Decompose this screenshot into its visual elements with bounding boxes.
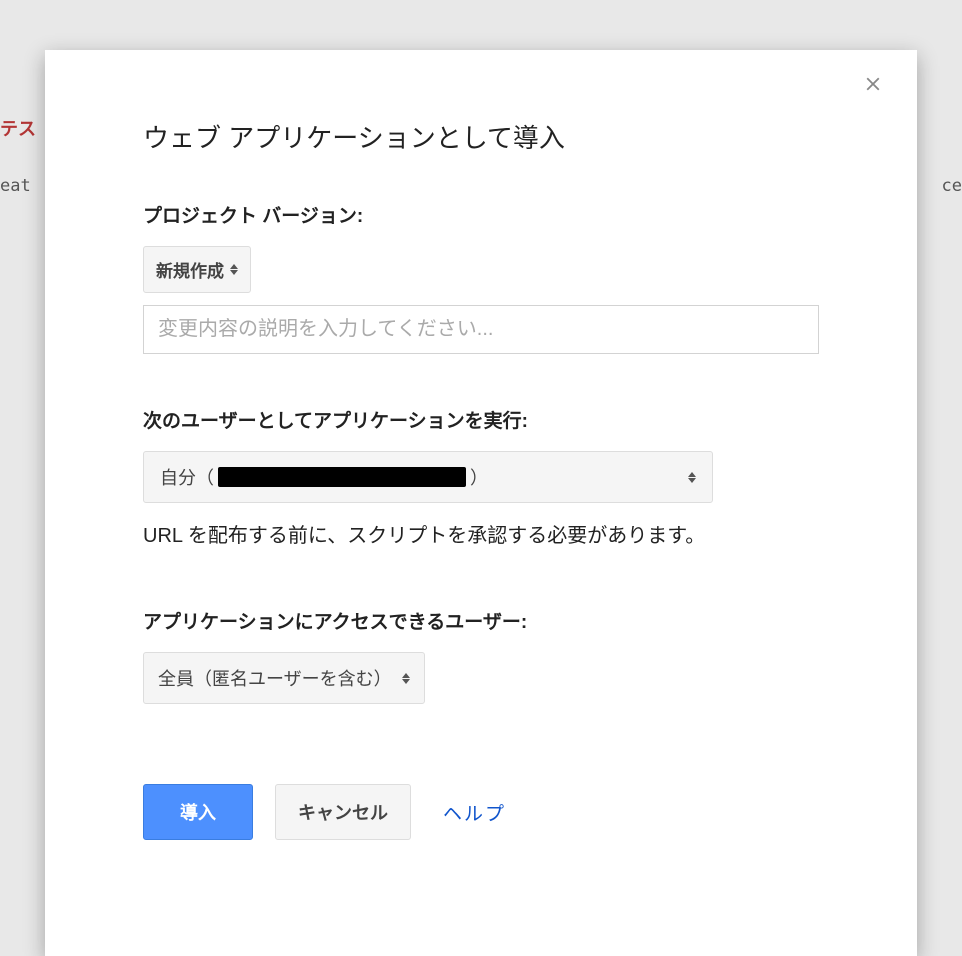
execute-as-dropdown[interactable]: 自分（ ） — [143, 451, 713, 503]
deploy-webapp-dialog: ウェブ アプリケーションとして導入 プロジェクト バージョン: 新規作成 次のユ… — [45, 50, 917, 956]
help-link[interactable]: ヘルプ — [443, 799, 506, 826]
deploy-button[interactable]: 導入 — [143, 784, 253, 840]
caret-icon — [230, 264, 238, 275]
execute-as-value: 自分（ ） — [160, 464, 488, 490]
access-label: アプリケーションにアクセスできるユーザー: — [143, 607, 819, 634]
version-section: プロジェクト バージョン: 新規作成 — [143, 201, 819, 354]
caret-icon — [402, 673, 410, 684]
close-icon — [862, 73, 884, 95]
version-dropdown[interactable]: 新規作成 — [143, 246, 251, 293]
redacted-email — [218, 467, 466, 487]
close-button[interactable] — [853, 64, 893, 104]
dialog-title: ウェブ アプリケーションとして導入 — [143, 118, 819, 155]
version-dropdown-value: 新規作成 — [156, 257, 224, 282]
version-label: プロジェクト バージョン: — [143, 201, 819, 228]
authorize-info-text: URL を配布する前に、スクリプトを承認する必要があります。 — [143, 517, 819, 555]
execute-as-section: 次のユーザーとしてアプリケーションを実行: 自分（ ） URL を配布する前に、… — [143, 406, 819, 555]
background-text: テス — [0, 115, 36, 141]
background-text: ce — [942, 176, 962, 196]
cancel-button[interactable]: キャンセル — [275, 784, 411, 840]
caret-icon — [688, 472, 696, 483]
access-dropdown[interactable]: 全員（匿名ユーザーを含む） — [143, 652, 425, 704]
execute-as-label: 次のユーザーとしてアプリケーションを実行: — [143, 406, 819, 433]
access-dropdown-value: 全員（匿名ユーザーを含む） — [158, 665, 392, 691]
access-section: アプリケーションにアクセスできるユーザー: 全員（匿名ユーザーを含む） — [143, 607, 819, 704]
version-description-input[interactable] — [143, 305, 819, 354]
background-text: eat — [0, 176, 31, 196]
dialog-button-row: 導入 キャンセル ヘルプ — [143, 784, 819, 840]
